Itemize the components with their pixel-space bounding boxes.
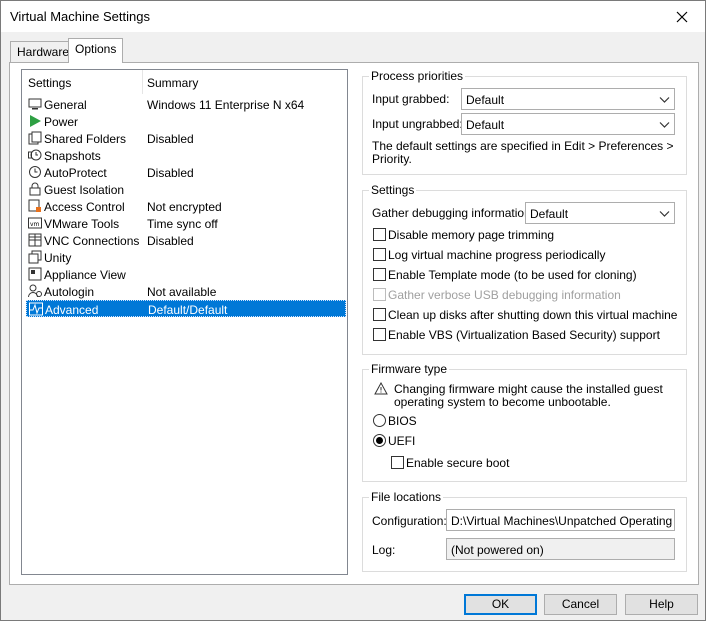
gather-debug-select[interactable]: Default	[525, 202, 675, 224]
firmware-warning-line2: operating system to become unbootable.	[394, 395, 611, 409]
list-item-vnc-connections[interactable]: VNC Connections Disabled	[26, 232, 346, 249]
input-ungrabbed-label: Input ungrabbed:	[372, 117, 463, 131]
firmware-warning-line1: Changing firmware might cause the instal…	[394, 382, 663, 396]
template-mode-label: Enable Template mode (to be used for clo…	[388, 268, 637, 282]
input-grabbed-select[interactable]: Default	[461, 88, 675, 110]
secure-boot-checkbox[interactable]	[391, 456, 404, 469]
list-item-appliance-view[interactable]: Appliance View	[26, 266, 346, 283]
clean-up-disks-label: Clean up disks after shutting down this …	[388, 308, 678, 322]
bios-radio[interactable]	[373, 414, 386, 427]
configuration-label: Configuration:	[372, 514, 447, 528]
chevron-down-icon	[659, 211, 670, 217]
log-progress-label: Log virtual machine progress periodicall…	[388, 248, 606, 262]
log-progress-checkbox[interactable]	[373, 248, 386, 261]
log-path-field: (Not powered on)	[446, 538, 675, 560]
firmware-type-title: Firmware type	[369, 362, 450, 376]
vmware-tools-icon: vm	[28, 217, 42, 229]
clean-up-disks-checkbox[interactable]	[373, 308, 386, 321]
enable-vbs-checkbox[interactable]	[373, 328, 386, 341]
help-button[interactable]: Help	[625, 594, 698, 615]
uefi-label: UEFI	[388, 434, 416, 448]
title-bar: Virtual Machine Settings	[1, 1, 705, 32]
tab-options[interactable]: Options	[68, 38, 124, 63]
verbose-usb-debug-checkbox	[373, 288, 386, 301]
file-locations-title: File locations	[369, 490, 444, 504]
monitor-icon	[28, 98, 42, 110]
tab-hardware-label: Hardware	[17, 45, 70, 59]
bios-label: BIOS	[388, 414, 417, 428]
ok-button[interactable]: OK	[464, 594, 537, 615]
secure-boot-label: Enable secure boot	[406, 456, 510, 470]
priority-note-line2: Priority.	[372, 152, 412, 166]
tab-hardware[interactable]: Hardware	[10, 41, 77, 63]
list-item-general[interactable]: General Windows 11 Enterprise N x64	[26, 96, 346, 113]
list-item-autologin[interactable]: Autologin Not available	[26, 283, 346, 300]
warning-icon	[374, 382, 388, 395]
list-item-snapshots[interactable]: Snapshots	[26, 147, 346, 164]
advanced-waveform-icon	[29, 302, 43, 316]
chevron-down-icon	[659, 122, 670, 128]
cancel-button[interactable]: Cancel	[544, 594, 617, 615]
list-item-guest-isolation[interactable]: Guest Isolation	[26, 181, 346, 198]
access-control-icon	[28, 199, 41, 212]
column-header-settings[interactable]: Settings	[28, 76, 71, 90]
disable-memory-trimming-label: Disable memory page trimming	[388, 228, 555, 242]
template-mode-checkbox[interactable]	[373, 268, 386, 281]
settings-group-title: Settings	[369, 183, 417, 197]
configuration-path-field[interactable]: D:\Virtual Machines\Unpatched Operating …	[446, 509, 675, 531]
window-title: Virtual Machine Settings	[10, 9, 150, 24]
input-ungrabbed-select[interactable]: Default	[461, 113, 675, 135]
list-header: Settings Summary	[22, 70, 347, 94]
autoprotect-clock-icon	[29, 166, 41, 178]
lock-icon	[29, 182, 41, 196]
unity-icon	[28, 250, 42, 264]
list-item-autoprotect[interactable]: AutoProtect Disabled	[26, 164, 346, 181]
settings-list[interactable]: Settings Summary General Windows 11 Ente…	[21, 69, 348, 575]
process-priorities-title: Process priorities	[369, 69, 466, 83]
close-icon	[676, 11, 688, 22]
gather-debug-label: Gather debugging information:	[372, 206, 535, 220]
disable-memory-trimming-checkbox[interactable]	[373, 228, 386, 241]
list-item-shared-folders[interactable]: Shared Folders Disabled	[26, 130, 346, 147]
enable-vbs-label: Enable VBS (Virtualization Based Securit…	[388, 328, 660, 342]
column-header-summary[interactable]: Summary	[147, 76, 198, 90]
appliance-icon	[28, 267, 42, 281]
chevron-down-icon	[659, 97, 670, 103]
svg-text:vm: vm	[30, 221, 40, 228]
verbose-usb-debug-label: Gather verbose USB debugging information	[388, 288, 621, 302]
tab-options-label: Options	[75, 42, 117, 56]
autologin-users-icon	[28, 284, 42, 298]
dialog-window: Virtual Machine Settings Hardware Option…	[0, 0, 706, 621]
uefi-radio[interactable]	[373, 434, 386, 447]
priority-note-line1: The default settings are specified in Ed…	[372, 139, 674, 153]
list-item-advanced[interactable]: Advanced Default/Default	[26, 300, 346, 317]
list-item-vmware-tools[interactable]: vm VMware Tools Time sync off	[26, 215, 346, 232]
power-play-icon	[30, 115, 41, 127]
log-label: Log:	[372, 543, 396, 557]
vnc-grid-icon	[28, 233, 42, 247]
list-item-unity[interactable]: Unity	[26, 249, 346, 266]
input-grabbed-label: Input grabbed:	[372, 92, 450, 106]
close-button[interactable]	[659, 1, 705, 32]
shared-folder-icon	[28, 131, 42, 145]
snapshot-clock-icon	[28, 149, 42, 161]
list-item-power[interactable]: Power	[26, 113, 346, 130]
list-item-access-control[interactable]: Access Control Not encrypted	[26, 198, 346, 215]
